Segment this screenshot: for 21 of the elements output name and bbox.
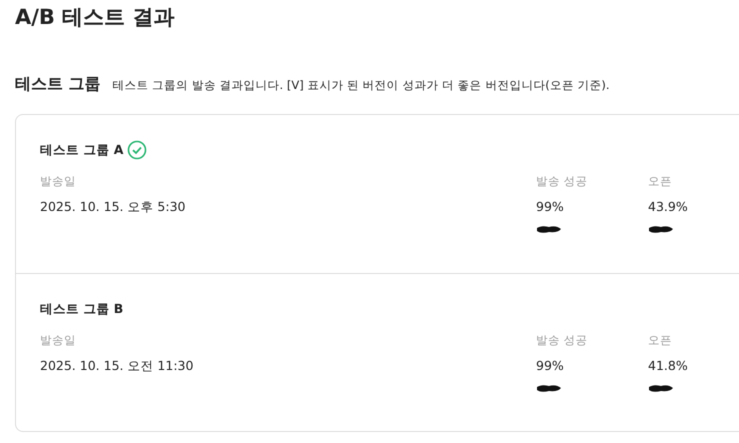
success-rate: 99%	[536, 198, 565, 216]
open-label: 오픈	[648, 332, 673, 349]
redaction-mark	[536, 225, 562, 234]
redaction-mark	[536, 384, 562, 393]
section-description: 테스트 그룹의 발송 결과입니다. [V] 표시가 된 버전이 성과가 더 좋은 버전입니다(오픈 기준).	[112, 77, 610, 94]
open-rate: 43.9%	[648, 198, 689, 216]
page-title: A/B 테스트 결과	[15, 4, 176, 31]
group-name: 테스트 그룹 A	[40, 140, 124, 159]
date-label: 발송일	[40, 173, 77, 190]
send-date: 2025. 10. 15. 오전 11:30	[40, 357, 194, 376]
send-date: 2025. 10. 15. 오후 5:30	[40, 198, 187, 216]
group-name: 테스트 그룹 B	[40, 300, 124, 318]
open-label: 오픈	[648, 173, 673, 190]
success-label: 발송 성공	[536, 173, 589, 190]
redaction-mark	[648, 225, 674, 234]
date-label: 발송일	[40, 332, 77, 349]
open-rate: 41.8%	[648, 357, 689, 376]
redaction-mark	[648, 384, 674, 393]
section-title: 테스트 그룹	[15, 73, 101, 95]
success-rate: 99%	[536, 357, 565, 376]
success-label: 발송 성공	[536, 332, 589, 349]
